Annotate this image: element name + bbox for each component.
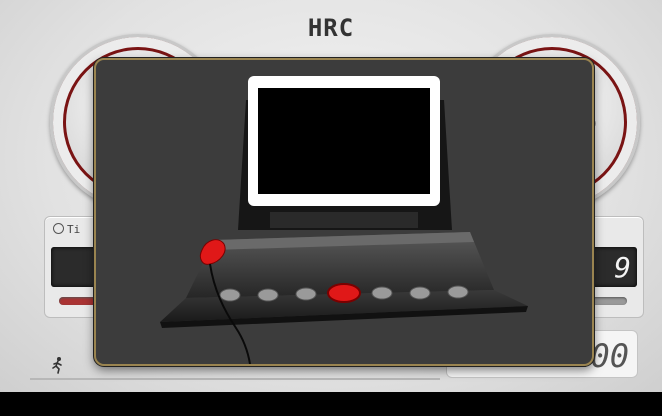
console-button-2 (257, 288, 279, 302)
treadmill-console-illustration (160, 76, 528, 364)
console-button-3 (295, 287, 317, 301)
console-button-5 (409, 286, 431, 300)
time-label: Ti (67, 223, 81, 236)
clock-icon (53, 223, 64, 234)
console-button-6 (447, 285, 469, 299)
console-button-start (327, 283, 361, 303)
time-label-row: Ti (53, 223, 80, 236)
bottom-bar (0, 392, 662, 416)
hrc-instruction-overlay[interactable] (94, 58, 594, 366)
runner-icon (52, 357, 62, 374)
console-neck (270, 212, 418, 228)
workout-screen: HRC 0 Ti 9 100 (0, 0, 662, 392)
progress-track (30, 378, 440, 380)
console-button-4 (371, 286, 393, 300)
metric-value: 9 (614, 251, 631, 284)
screen-display (258, 88, 430, 194)
console-button-1 (219, 288, 241, 302)
